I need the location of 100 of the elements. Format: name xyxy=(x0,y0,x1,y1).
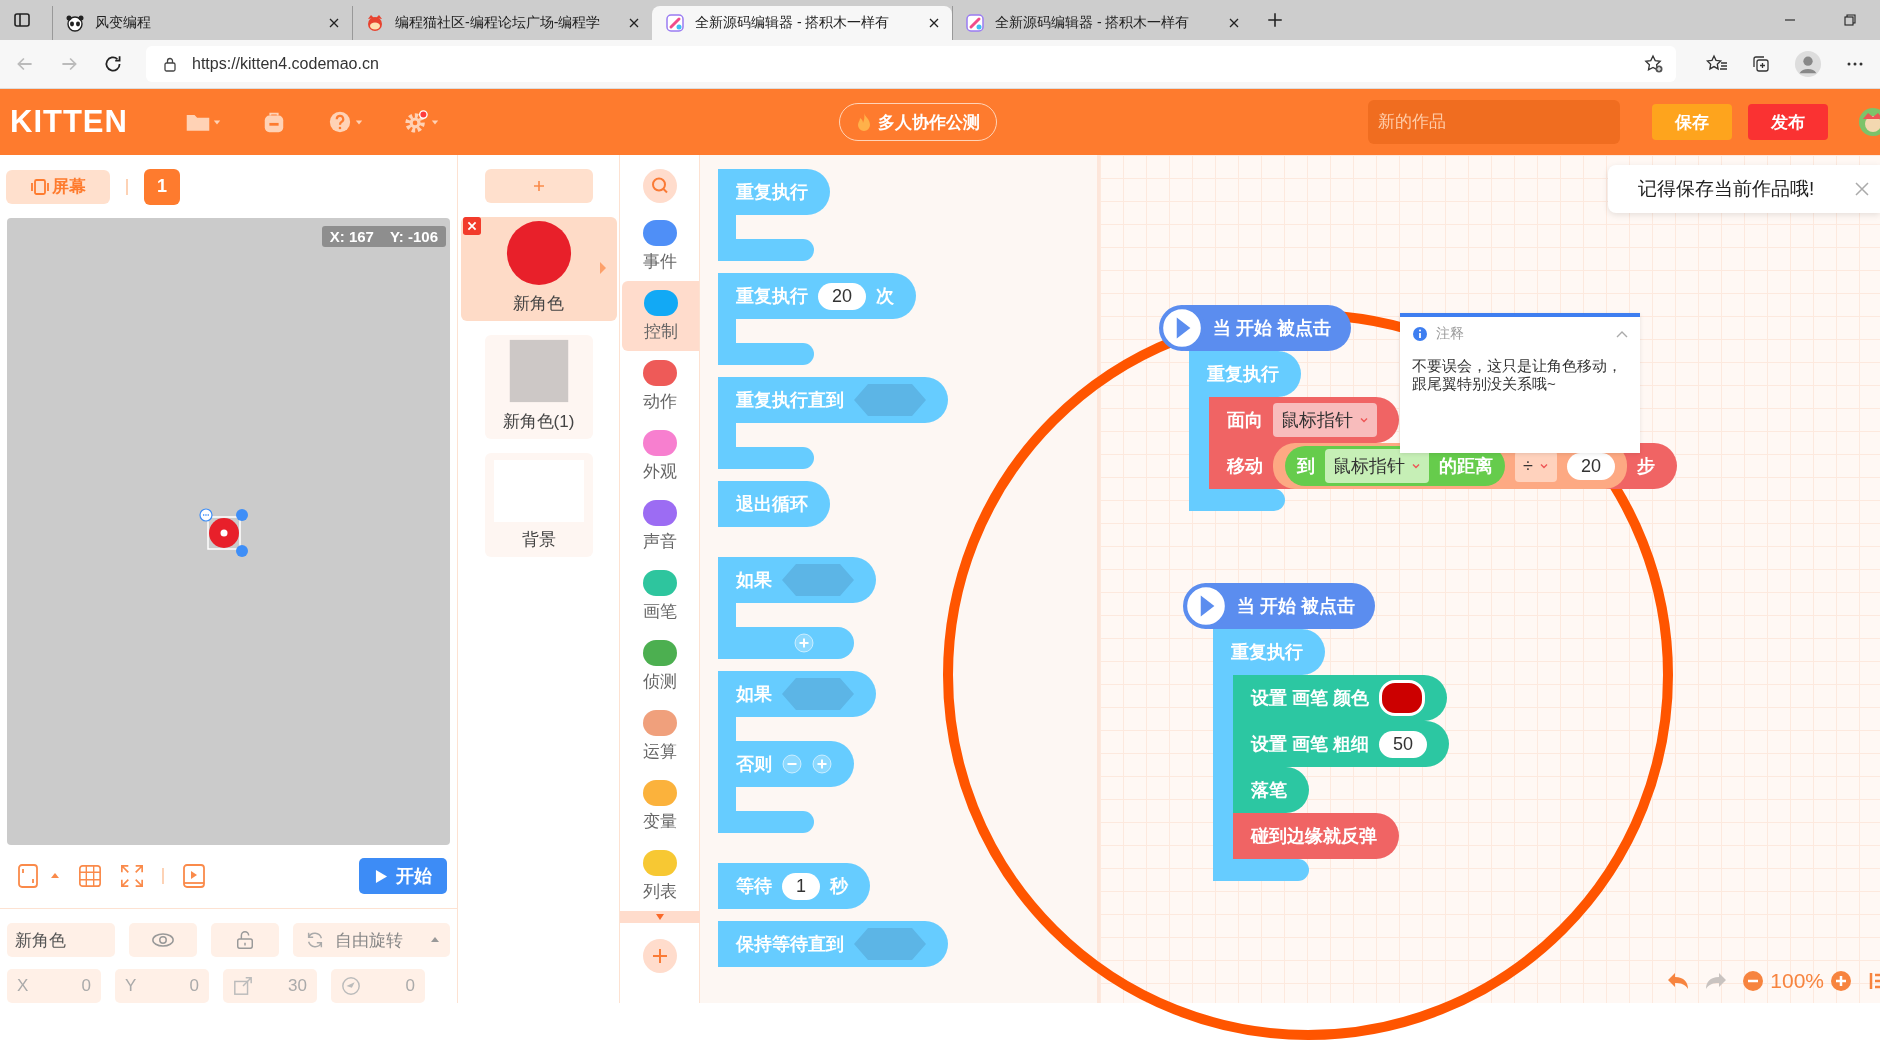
close-icon[interactable] xyxy=(1228,17,1240,29)
y-reading: Y: -106 xyxy=(389,228,438,246)
tab-actions-icon[interactable] xyxy=(12,10,32,30)
sprite-card[interactable]: 新角色(1) xyxy=(484,335,593,439)
settings-icon xyxy=(403,110,429,134)
close-icon[interactable] xyxy=(328,17,340,29)
code-block[interactable]: 碰到边缘就反弹 xyxy=(1233,813,1399,859)
number-input[interactable]: 20 xyxy=(818,282,867,310)
block-label: 设置 画笔 颜色 xyxy=(1251,687,1369,710)
zoom-level: 100% xyxy=(1770,969,1824,993)
title-field[interactable]: 新的作品 xyxy=(1368,100,1620,144)
lock-icon xyxy=(162,56,178,72)
browser-tab[interactable]: 全新源码编辑器 - 搭积木一样有 xyxy=(652,6,952,40)
block-label: 如果 xyxy=(736,683,772,706)
block-label: 当 开始 被点击 xyxy=(1213,317,1331,340)
resize-icon xyxy=(233,976,253,996)
add-favorite-icon[interactable] xyxy=(1644,54,1664,74)
caret-icon xyxy=(1538,461,1549,471)
zoom-out-icon[interactable] xyxy=(1742,970,1765,992)
profile-icon[interactable] xyxy=(1794,50,1822,78)
publish-button[interactable]: 发布 xyxy=(1748,104,1828,140)
new-tab-icon[interactable] xyxy=(1266,11,1284,29)
x-reading: X: 167 xyxy=(329,228,374,246)
sprite-card[interactable]: 新角色 xyxy=(460,217,617,321)
app-logo-icon xyxy=(665,13,685,33)
block-label: 秒 xyxy=(830,875,848,898)
grid-icon[interactable] xyxy=(78,863,102,890)
loop-block-head[interactable]: 重复执行 20 次 xyxy=(718,273,917,319)
phone-icon xyxy=(30,177,50,196)
sprite-name: 背景 xyxy=(521,529,556,551)
stage-area[interactable]: X: 167 Y: -106 xyxy=(7,218,450,845)
minus-icon[interactable] xyxy=(782,754,802,774)
number-input[interactable]: 1 xyxy=(782,872,820,900)
caret-icon xyxy=(213,118,221,126)
number-input[interactable]: 20 xyxy=(1566,452,1615,480)
number-input[interactable]: 50 xyxy=(1379,730,1428,758)
direction-icon xyxy=(341,976,361,996)
block-label: 步 xyxy=(1636,455,1655,478)
address-field[interactable]: https://kitten4.codemao.cn xyxy=(146,46,1676,82)
restore-icon[interactable] xyxy=(1842,12,1858,28)
block-label: 否则 xyxy=(736,753,772,776)
help-menu[interactable] xyxy=(327,110,363,134)
block-dropdown[interactable]: 鼠标指针 xyxy=(1273,403,1377,437)
plus-icon[interactable] xyxy=(812,754,832,774)
category-tab[interactable]: 画笔 xyxy=(620,561,699,631)
block-dropdown[interactable]: 鼠标指针 xyxy=(1325,449,1429,483)
block-label: 退出循环 xyxy=(736,493,808,516)
close-icon[interactable] xyxy=(628,17,640,29)
preview-icon[interactable] xyxy=(182,863,206,890)
fullscreen-icon[interactable] xyxy=(120,863,144,890)
comment-note[interactable]: 注释 不要误会，这只是让角色移动，跟尾翼特别没关系哦~ xyxy=(1400,313,1640,453)
sprite-name-field[interactable]: 新角色 xyxy=(7,923,115,957)
block-label: 重复执行 xyxy=(736,181,808,204)
collapse-icon[interactable] xyxy=(1616,330,1628,338)
play-icon xyxy=(374,868,388,884)
start-button[interactable]: 开始 xyxy=(359,858,447,895)
user-avatar-icon[interactable] xyxy=(1858,107,1880,137)
redo-icon[interactable] xyxy=(1704,971,1729,991)
code-block[interactable]: 设置 画笔 粗细 50 xyxy=(1233,721,1450,767)
reporter-block[interactable]: 到 鼠标指针 的距离 xyxy=(1285,446,1505,486)
rotation-dropdown[interactable]: 自由旋转 xyxy=(293,923,450,957)
close-icon[interactable] xyxy=(928,17,940,29)
category-tab[interactable]: 列表 xyxy=(620,841,699,911)
category-tab[interactable]: 动作 xyxy=(620,351,699,421)
plus-icon[interactable] xyxy=(794,633,814,653)
scroll-down-button[interactable] xyxy=(619,911,700,923)
block-label: 落笔 xyxy=(1251,779,1287,802)
visibility-button[interactable] xyxy=(129,923,197,957)
category-tab[interactable]: 侦测 xyxy=(620,631,699,701)
category-tab[interactable]: 变量 xyxy=(620,771,699,841)
collections-icon[interactable] xyxy=(1750,54,1772,74)
help-icon xyxy=(327,110,353,134)
delete-icon[interactable] xyxy=(462,217,481,235)
caret-icon xyxy=(355,118,363,126)
zoom-in-icon[interactable] xyxy=(1830,970,1852,992)
search-icon[interactable] xyxy=(642,169,677,203)
caret-icon xyxy=(654,913,665,921)
settings-menu[interactable] xyxy=(403,110,439,134)
category-tab[interactable]: 外观 xyxy=(620,421,699,491)
block-label: 重复执行 xyxy=(1231,641,1303,664)
color-swatch[interactable] xyxy=(1379,680,1425,716)
code-block[interactable]: 面向 鼠标指针 xyxy=(1209,397,1399,443)
frame-icon[interactable] xyxy=(16,863,40,890)
code-block[interactable]: 等待 1 秒 xyxy=(718,863,870,909)
sprite-card[interactable]: 背景 xyxy=(484,453,593,557)
arrow-icon[interactable] xyxy=(598,261,607,275)
caret-icon xyxy=(1411,461,1421,471)
block-label: 面向 xyxy=(1227,409,1263,432)
undo-icon[interactable] xyxy=(1666,971,1691,991)
panda-icon xyxy=(65,13,85,33)
category-tab[interactable]: 控制 xyxy=(622,281,699,351)
sprite-name: 新角色(1) xyxy=(502,411,575,433)
cat-icon xyxy=(365,13,385,33)
block-label: 次 xyxy=(876,285,895,308)
category-tab[interactable]: 声音 xyxy=(620,491,699,561)
lock-button[interactable] xyxy=(211,923,279,957)
category-tab[interactable]: 运算 xyxy=(620,701,699,771)
category-tab[interactable]: 事件 xyxy=(620,211,699,281)
add-extension-icon[interactable] xyxy=(642,939,677,973)
block-label: 如果 xyxy=(736,569,772,592)
